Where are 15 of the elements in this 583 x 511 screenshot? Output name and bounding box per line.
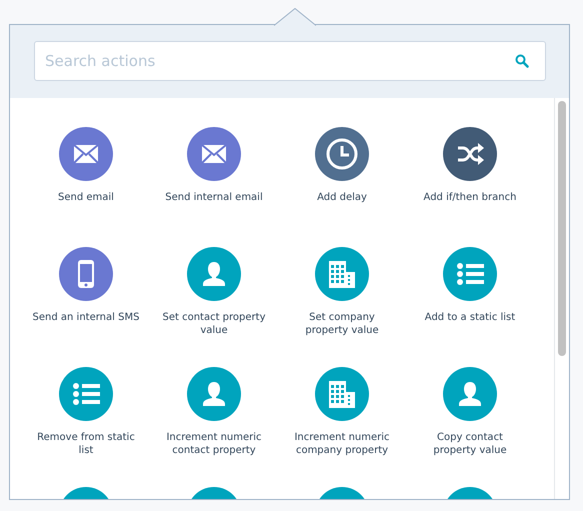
scrollbar-thumb[interactable] [558, 101, 566, 356]
action-tile[interactable]: Add if/then branch [406, 127, 534, 247]
search-field[interactable]: Search actions [34, 41, 546, 81]
action-tile[interactable]: Add delay [278, 127, 406, 247]
search-icon[interactable] [515, 54, 529, 68]
action-tile[interactable]: Increment numeric contact property [150, 367, 278, 487]
action-tile[interactable]: Remove from static list [22, 367, 150, 487]
action-tile[interactable]: Increment numeric company property [278, 367, 406, 487]
action-tile[interactable]: Set company property value [278, 247, 406, 367]
action-tile[interactable]: Send an internal SMS [22, 247, 150, 367]
action-tile[interactable]: Send internal email [150, 127, 278, 247]
action-tile[interactable]: Add to a static list [406, 247, 534, 367]
action-tile[interactable]: Copy contact property value [406, 367, 534, 487]
action-tile[interactable]: Send email [22, 127, 150, 247]
action-tile[interactable]: Set contact property value [150, 247, 278, 367]
